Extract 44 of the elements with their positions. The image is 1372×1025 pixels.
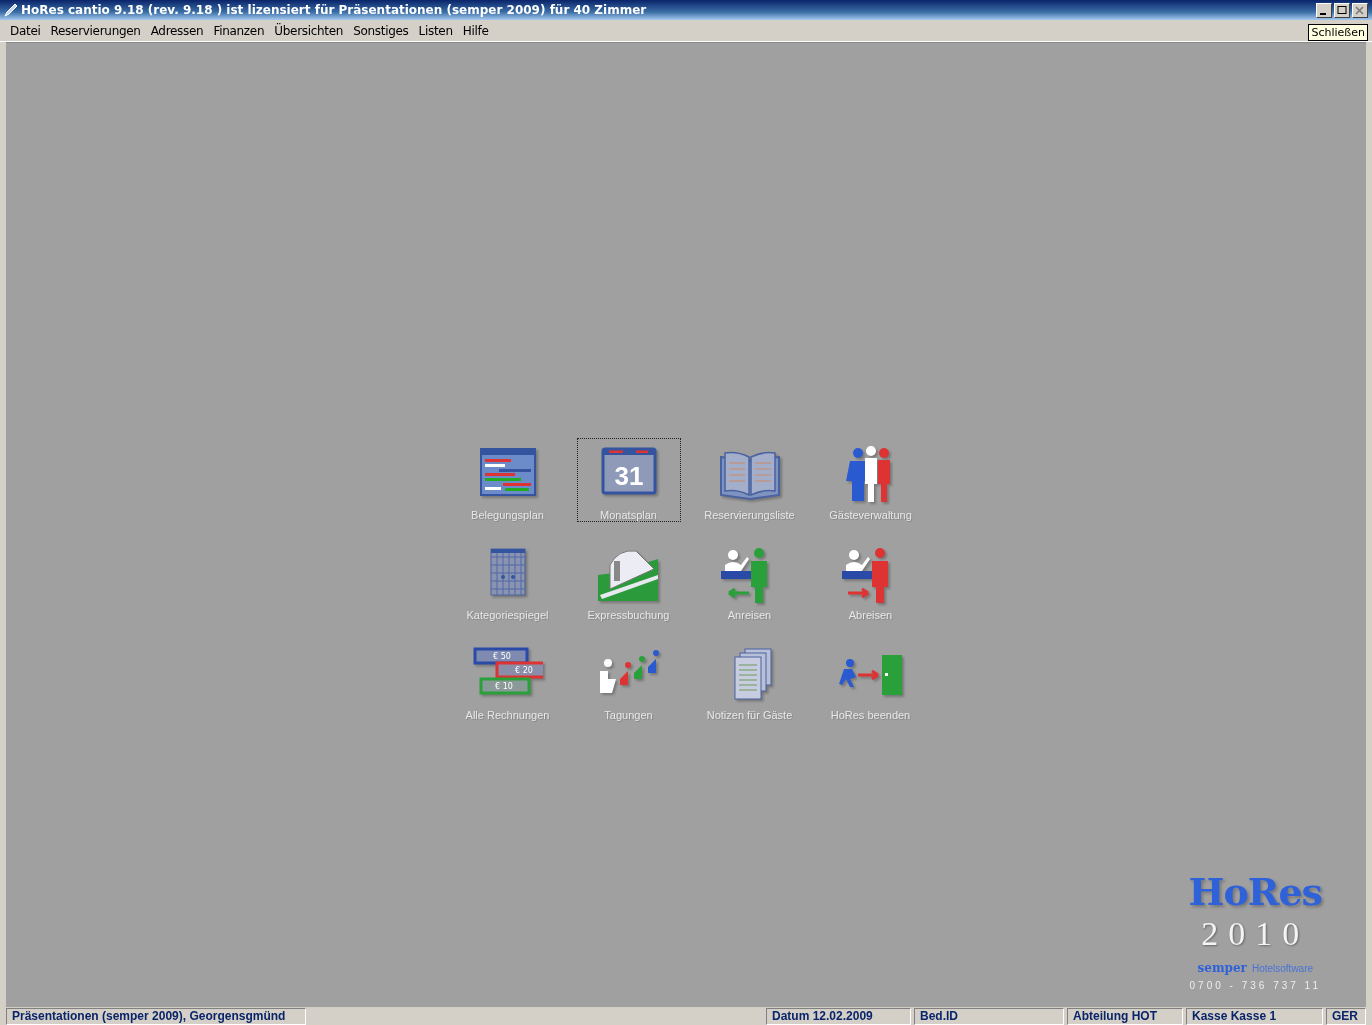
minimize-icon (1320, 12, 1326, 15)
phone-number: 0700 - 736 737 11 (1189, 980, 1321, 991)
logo-wordmark: HoRes (1188, 873, 1322, 911)
launcher-tile[interactable]: Anreisen (697, 538, 802, 622)
menu-item[interactable]: Finanzen (209, 22, 269, 39)
calendar-day: 31 (614, 461, 643, 491)
status-field: Abteilung HOT (1067, 1008, 1183, 1025)
pen-icon (4, 3, 18, 17)
menu-item[interactable]: Sonstiges (349, 22, 413, 39)
launcher-tile[interactable]: Expressbuchung (576, 538, 681, 622)
status-field: Datum 12.02.2009 (766, 1008, 911, 1025)
status-field: GER (1326, 1008, 1366, 1025)
launcher-tile[interactable]: Abreisen (818, 538, 923, 622)
window-title: HoRes cantio 9.18 (rev. 9.18 ) ist lizensiert für Präsentationen (semper 2009) für 40 Zimmer (21, 3, 648, 17)
menu-item[interactable]: Datei (6, 22, 45, 39)
amount-label: € 10 (494, 682, 513, 691)
menu-item[interactable]: Reservierungen (46, 22, 145, 39)
launcher-tile[interactable]: HoRes beenden (818, 638, 923, 722)
menu-item[interactable]: Übersichten (270, 22, 348, 39)
maximize-icon (1335, 3, 1349, 17)
menu-item[interactable]: Adressen (146, 22, 208, 39)
status-field: Kasse Kasse 1 (1186, 1008, 1323, 1025)
minimize-button[interactable] (1316, 2, 1332, 18)
launcher-tile[interactable]: € 50 € 20 € 10 Alle Rechnungen (455, 638, 560, 722)
status-location: Präsentationen (semper 2009), Georgensgmünd (6, 1008, 306, 1025)
amount-label: € 20 (514, 666, 533, 675)
maximize-button[interactable] (1334, 2, 1350, 18)
menu-item[interactable]: Listen (414, 22, 457, 39)
launcher-tile[interactable]: Belegungsplan (455, 438, 560, 522)
close-icon (1353, 3, 1367, 17)
close-button[interactable] (1352, 2, 1368, 18)
launcher-tile[interactable]: Notizen für Gäste (697, 638, 802, 722)
launcher-tile[interactable]: 31 Monatsplan (576, 438, 681, 522)
launcher-tile[interactable]: Kategoriespiegel (455, 538, 560, 622)
launcher-tile[interactable]: Gästeverwaltung (818, 438, 923, 522)
status-field: Bed.ID (914, 1008, 1064, 1025)
menu-item[interactable]: Hilfe (458, 22, 493, 39)
tooltip: Schließen (1308, 24, 1368, 41)
launcher-tile[interactable]: Reservierungsliste (697, 438, 802, 522)
company-name: semper (1197, 961, 1247, 975)
launcher-tile[interactable]: Tagungen (576, 638, 681, 722)
company-tagline: Hotelsoftware (1251, 963, 1314, 974)
logo-year: 2010 (1201, 915, 1310, 953)
amount-label: € 50 (492, 652, 511, 661)
